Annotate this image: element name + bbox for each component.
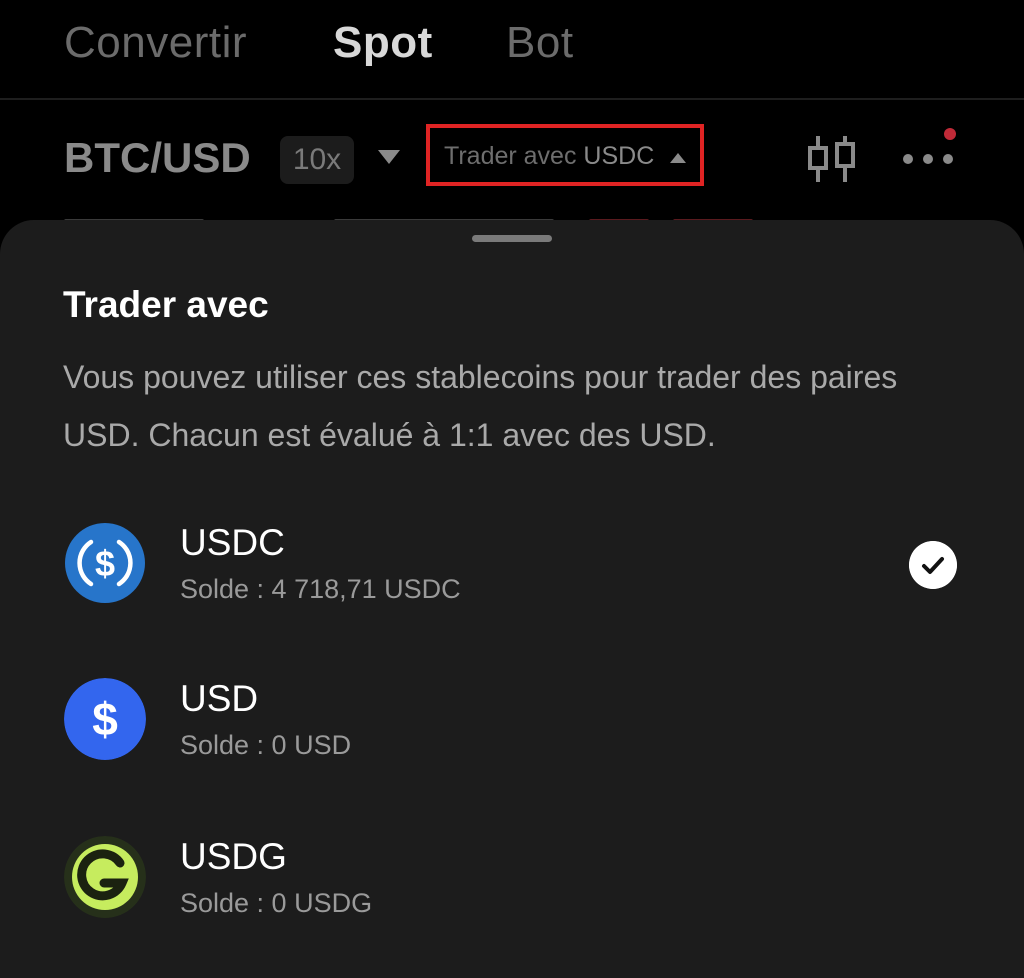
sheet-description: Vous pouvez utiliser ces stablecoins pou… — [63, 359, 898, 453]
option-name: USDC — [180, 522, 285, 563]
notification-dot — [944, 128, 956, 140]
caret-up-icon — [670, 153, 686, 163]
usd-icon: $ — [64, 678, 146, 760]
tab-bot[interactable]: Bot — [506, 18, 574, 68]
pair-dropdown-chevron-icon[interactable] — [378, 150, 400, 164]
option-balance: Solde : 4 718,71 USDC — [180, 574, 461, 604]
trading-pair-title[interactable]: BTC/USD — [64, 134, 251, 182]
usdg-icon — [64, 836, 146, 918]
option-usdg[interactable]: USDG Solde : 0 USDG — [0, 836, 1024, 946]
trade-with-selector[interactable]: Trader avec USDC — [426, 124, 704, 186]
sheet-drag-handle[interactable] — [472, 235, 552, 242]
trade-with-label: Trader avec USDC — [444, 142, 655, 170]
option-name: USD — [180, 678, 259, 719]
sheet-title: Trader avec — [63, 284, 269, 325]
option-usd[interactable]: $ USD Solde : 0 USD — [0, 678, 1024, 788]
tab-convertir[interactable]: Convertir — [64, 18, 247, 68]
option-usdc[interactable]: $ USDC Solde : 4 718,71 USDC — [0, 522, 1024, 632]
option-name: USDG — [180, 836, 287, 877]
svg-text:$: $ — [95, 543, 115, 584]
leverage-badge[interactable]: 10x — [280, 136, 354, 184]
chart-candlestick-icon[interactable] — [806, 134, 858, 184]
option-balance: Solde : 0 USDG — [180, 888, 373, 918]
market-tabs: Convertir Spot Bot — [0, 0, 1024, 98]
tabs-divider — [0, 98, 1024, 100]
selected-check-icon — [909, 541, 957, 589]
option-balance: Solde : 0 USD — [180, 730, 352, 760]
trade-with-bottom-sheet: Trader avec Vous pouvez utiliser ces sta… — [0, 220, 1024, 978]
svg-text:$: $ — [92, 693, 118, 745]
usdc-icon: $ — [65, 523, 145, 603]
tab-spot[interactable]: Spot — [333, 18, 433, 68]
more-icon[interactable] — [900, 150, 960, 170]
